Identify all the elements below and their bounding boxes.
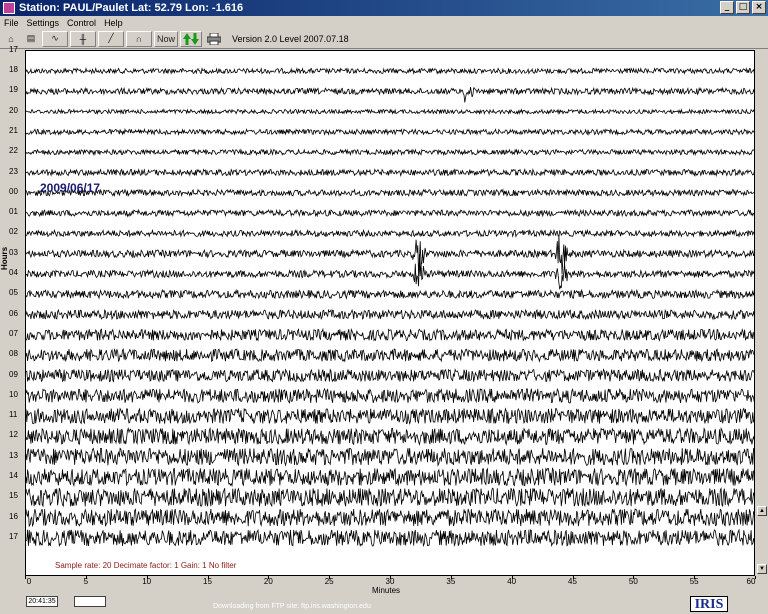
hour-label-11: 11	[9, 410, 18, 420]
x-tick-label: 35	[446, 577, 456, 586]
helicorder-plot[interactable]	[25, 50, 755, 576]
menu-help[interactable]: Help	[100, 18, 127, 28]
hour-label-08: 08	[9, 349, 18, 359]
hour-label-06: 06	[9, 308, 18, 318]
x-tick-label: 0	[26, 577, 32, 586]
x-tick-label: 60	[746, 577, 756, 586]
hour-label-22: 22	[9, 146, 18, 156]
menu-settings[interactable]: Settings	[23, 18, 64, 28]
iris-logo: IRIS	[690, 596, 728, 612]
status-message: Downloading from FTP site: ftp.iris.wash…	[213, 603, 371, 610]
hour-label-20: 20	[9, 105, 18, 115]
close-button[interactable]: ×	[752, 1, 766, 14]
trace-hour-06	[26, 308, 754, 321]
x-tick-label: 5	[83, 577, 89, 586]
seismogram-svg	[26, 66, 754, 548]
trace-hour-00	[26, 188, 754, 198]
window-title: Station: PAUL/Paulet Lat: 52.79 Lon: -1.…	[19, 2, 244, 14]
time-display: 20:41:35	[26, 596, 58, 607]
version-label: Version 2.0 Level 2007.07.18	[232, 33, 349, 44]
y-axis-label: Hours	[0, 246, 9, 270]
hour-label-13: 13	[9, 450, 18, 460]
printer-icon[interactable]	[204, 31, 224, 47]
arrows-up-down-icon[interactable]	[180, 30, 203, 47]
date-annotation: 2009/06/17	[40, 181, 101, 195]
minimize-button[interactable]: _	[720, 1, 734, 14]
trace-hour-21	[26, 127, 754, 136]
status-bar: 20:41:35 Downloading from FTP site: ftp.…	[0, 595, 768, 614]
zoom-icon[interactable]: ╱	[98, 30, 124, 47]
trace-hour-13	[26, 447, 754, 467]
hour-label-23: 23	[9, 166, 18, 176]
trace-hour-20	[26, 108, 754, 116]
hour-label-04: 04	[9, 268, 18, 277]
trace-hour-01	[26, 208, 754, 218]
trace-hour-19	[26, 86, 754, 103]
x-tick-label: 50	[628, 577, 638, 586]
hour-label-18: 18	[9, 65, 18, 74]
trace-hour-16	[26, 508, 754, 528]
trace-hour-14	[26, 467, 754, 488]
trace-hour-11	[26, 407, 754, 426]
trace-hour-18	[26, 66, 754, 75]
filter-icon[interactable]: ∩	[126, 30, 152, 47]
x-tick-label: 40	[507, 577, 517, 586]
menu-file[interactable]: File	[0, 18, 23, 28]
menu-bar: File Settings Control Help	[0, 16, 768, 29]
x-tick-label: 25	[324, 577, 334, 586]
cursor-icon[interactable]: ╫	[70, 30, 96, 47]
trace-hour-23	[26, 168, 754, 177]
x-axis-label: Minutes	[372, 586, 401, 595]
x-tick-label: 20	[263, 577, 273, 586]
toolbar: ⌂ ▤ ∿ ╫ ╱ ∩ Now Version 2.0 Level 2007.0…	[0, 29, 768, 49]
x-tick-label: 15	[203, 577, 212, 586]
hour-label-00: 00	[9, 186, 18, 196]
app-icon	[3, 2, 15, 14]
trace-hour-02	[26, 228, 754, 238]
trace-hour-09	[26, 368, 754, 383]
hour-label-15: 15	[9, 491, 18, 501]
hour-label: 17	[9, 45, 18, 54]
scroll-down-icon[interactable]: ▼	[757, 564, 767, 574]
x-tick-label: 30	[385, 577, 395, 586]
hour-label-12: 12	[9, 430, 18, 440]
hour-label-07: 07	[9, 328, 18, 338]
trace-hour-04	[26, 254, 754, 290]
trace-hour-03	[26, 235, 754, 277]
trace-hour-12	[26, 426, 754, 446]
hour-label-09: 09	[9, 369, 18, 379]
menu-control[interactable]: Control	[63, 18, 100, 28]
hour-label-10: 10	[9, 389, 18, 399]
trace-hour-10	[26, 387, 754, 404]
blank-field	[74, 596, 106, 607]
hour-label-21: 21	[9, 125, 18, 135]
now-button[interactable]: Now	[154, 30, 179, 47]
trace-hour-17	[26, 528, 754, 548]
trace-hour-05	[26, 288, 754, 300]
hour-label-02: 02	[9, 227, 18, 237]
hour-label-14: 14	[9, 471, 18, 480]
hour-labels: 17 18 19 20 21 22 23 00 01 02 03 04 05 06 07 08 09 10 11 12…	[0, 45, 25, 576]
vertical-scrollbar[interactable]: ▲ ▼	[756, 50, 768, 576]
scroll-up-icon[interactable]: ▲	[757, 506, 767, 516]
title-bar: Station: PAUL/Paulet Lat: 52.79 Lon: -1.…	[0, 0, 768, 16]
hour-label-16: 16	[9, 511, 18, 521]
x-tick-label: 45	[568, 577, 577, 586]
trace-icon[interactable]: ∿	[42, 30, 68, 47]
trace-hour-07	[26, 327, 754, 342]
sample-info: Sample rate: 20 Decimate factor: 1 Gain:…	[55, 561, 237, 570]
save-icon[interactable]: ▤	[22, 31, 40, 47]
maximize-button[interactable]: □	[736, 1, 750, 14]
hour-label-19: 19	[9, 85, 18, 95]
trace-hour-15	[26, 487, 754, 508]
trace-hour-08	[26, 348, 754, 363]
hour-label-17: 17	[9, 531, 18, 541]
hour-label-05: 05	[9, 288, 18, 298]
x-tick-label: 55	[689, 577, 699, 586]
hour-label-01: 01	[9, 207, 18, 217]
trace-hour-22	[26, 148, 754, 157]
hour-label-03: 03	[9, 247, 18, 257]
x-tick-label: 10	[142, 577, 152, 586]
